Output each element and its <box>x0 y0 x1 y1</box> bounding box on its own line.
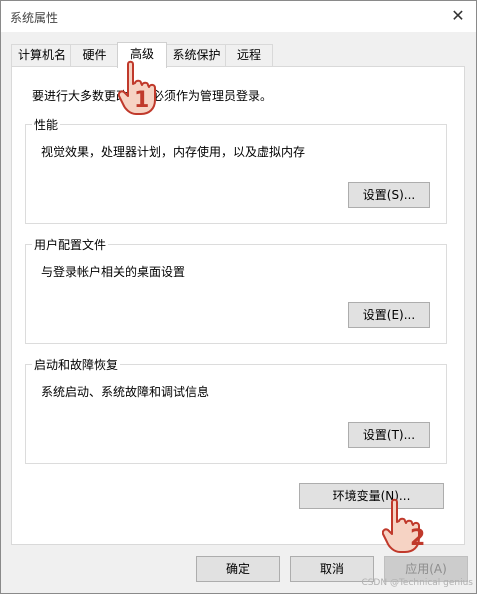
performance-group: 性能 视觉效果，处理器计划，内存使用，以及虚拟内存 设置(S)... <box>25 116 447 224</box>
step-2-badge: 2 <box>410 526 426 551</box>
user-profiles-group-title: 用户配置文件 <box>32 236 109 253</box>
user-profiles-group: 用户配置文件 与登录帐户相关的桌面设置 设置(E)... <box>25 236 447 344</box>
startup-recovery-group: 启动和故障恢复 系统启动、系统故障和调试信息 设置(T)... <box>25 356 447 464</box>
tab-hardware[interactable]: 硬件 <box>70 44 119 66</box>
ok-button[interactable]: 确定 <box>196 556 280 582</box>
tab-remote[interactable]: 远程 <box>225 44 273 66</box>
performance-group-desc: 视觉效果，处理器计划，内存使用，以及虚拟内存 <box>41 145 306 159</box>
startup-recovery-group-title: 启动和故障恢复 <box>32 356 121 373</box>
window-title: 系统属性 <box>10 11 59 25</box>
close-icon[interactable]: ✕ <box>446 5 470 27</box>
tab-computer-name[interactable]: 计算机名 <box>11 44 73 66</box>
startup-recovery-group-desc: 系统启动、系统故障和调试信息 <box>41 385 210 399</box>
startup-recovery-settings-button[interactable]: 设置(T)... <box>348 422 430 448</box>
performance-settings-button[interactable]: 设置(S)... <box>348 182 430 208</box>
step-1-badge: 1 <box>134 88 150 113</box>
watermark: CSDN @Technical genius <box>361 578 473 588</box>
advanced-tab-panel: 要进行大多数更改，你必须作为管理员登录。 性能 视觉效果，处理器计划，内存使用，… <box>11 66 465 545</box>
title-bar: 系统属性 ✕ <box>1 1 476 32</box>
user-profiles-group-desc: 与登录帐户相关的桌面设置 <box>41 265 186 279</box>
performance-group-title: 性能 <box>32 116 61 133</box>
tab-system-protection[interactable]: 系统保护 <box>165 44 228 66</box>
user-profiles-settings-button[interactable]: 设置(E)... <box>348 302 430 328</box>
